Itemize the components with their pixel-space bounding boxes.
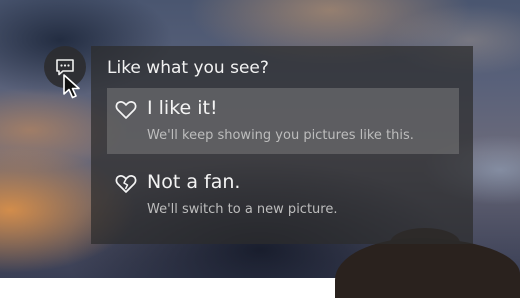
option-label: I like it! [147,97,218,119]
option-label: Not a fan. [147,171,241,193]
broken-heart-icon [115,175,137,193]
mouse-pointer-icon [63,74,80,99]
option-description: We'll keep showing you pictures like thi… [147,128,414,143]
option-like[interactable]: I like it! We'll keep showing you pictur… [107,88,459,154]
panel-title: Like what you see? [107,58,269,78]
spotlight-feedback-panel: Like what you see? I like it! We'll keep… [91,46,473,244]
option-description: We'll switch to a new picture. [147,202,338,217]
option-not-a-fan[interactable]: Not a fan. We'll switch to a new picture… [107,162,459,228]
heart-outline-icon [115,101,137,119]
